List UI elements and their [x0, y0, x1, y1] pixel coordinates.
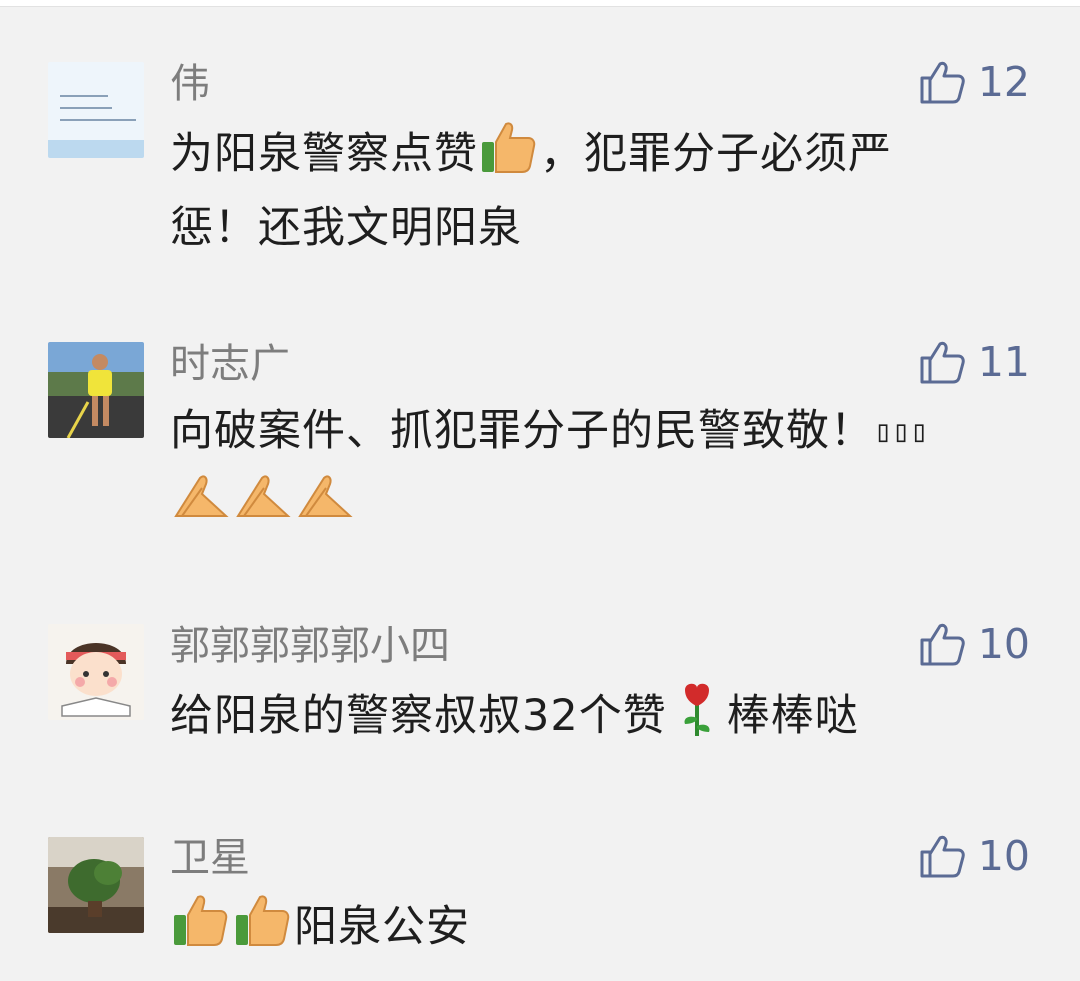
comment-text: 阳泉公安: [170, 893, 1040, 968]
comment-text-part: 向破案件、抓犯罪分子的民警致敬！: [170, 406, 874, 456]
thumbs-up-outline-icon: [920, 341, 965, 384]
like-button[interactable]: 11: [918, 336, 1030, 388]
comment-text: 为阳泉警察点赞 ，犯罪分子必须严 惩！还我文明阳泉: [170, 120, 1040, 261]
comment-text-part: 给阳泉的警察叔叔32个赞: [170, 691, 667, 741]
avatar[interactable]: [48, 62, 144, 158]
comment-author[interactable]: 时志广: [170, 340, 290, 388]
rose-emoji-icon: [677, 680, 717, 757]
like-count: 11: [977, 338, 1030, 386]
thumbs-up-outline-icon: [920, 835, 965, 878]
comment-author[interactable]: 郭郭郭郭郭小四: [170, 622, 450, 670]
praying-hands-emoji-icon: [296, 470, 354, 539]
comment-text-part: ，犯罪分子必须严: [540, 129, 892, 179]
plant-photo-avatar-icon: [48, 837, 144, 933]
avatar[interactable]: [48, 837, 144, 933]
thumbs-up-outline-icon: [920, 61, 965, 104]
missing-glyph-boxes: ▯▯▯: [874, 414, 929, 449]
comment-text: 向破案件、抓犯罪分子的民警致敬！▯▯▯: [170, 398, 1040, 539]
like-count: 10: [977, 620, 1030, 668]
like-count: 12: [977, 58, 1030, 106]
comment-author[interactable]: 卫星: [170, 834, 250, 882]
avatar[interactable]: [48, 624, 144, 720]
cartoon-girl-avatar-icon: [48, 624, 144, 720]
like-button[interactable]: 12: [918, 56, 1030, 108]
praying-hands-emoji-icon: [172, 470, 230, 539]
top-divider: [0, 0, 1080, 7]
comment-text-part: 阳泉公安: [294, 902, 470, 952]
thumbs-up-outline-icon: [920, 623, 965, 666]
comment-text: 给阳泉的警察叔叔32个赞 棒棒哒: [170, 680, 1040, 757]
thumbs-up-emoji-icon: [480, 120, 538, 195]
praying-hands-emoji-icon: [234, 470, 292, 539]
thumbs-up-emoji-icon: [172, 893, 230, 968]
thumbs-up-emoji-icon: [234, 893, 292, 968]
comment-text-part: 惩！还我文明阳泉: [170, 203, 522, 253]
comment-author[interactable]: 伟: [170, 60, 210, 108]
comment-text-part: 棒棒哒: [726, 691, 859, 741]
avatar[interactable]: [48, 342, 144, 438]
like-button[interactable]: 10: [918, 618, 1030, 670]
runner-photo-avatar-icon: [48, 342, 144, 438]
like-button[interactable]: 10: [918, 830, 1030, 882]
like-count: 10: [977, 832, 1030, 880]
text-note-avatar-icon: [48, 62, 144, 158]
comment-text-part: 为阳泉警察点赞: [170, 129, 478, 179]
